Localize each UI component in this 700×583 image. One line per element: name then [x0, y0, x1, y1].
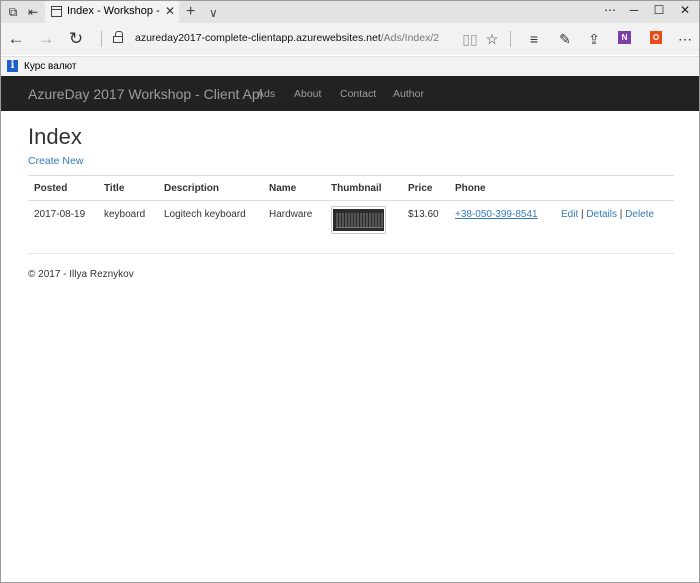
url-path: /Ads/Index/2: [380, 32, 440, 44]
nav-contact[interactable]: Contact: [340, 88, 376, 100]
footer-copyright: © 2017 - Illya Reznykov: [28, 269, 134, 280]
new-tab-button[interactable]: +: [186, 2, 195, 22]
keyboard-thumbnail-image: [331, 206, 386, 234]
site-brand[interactable]: AzureDay 2017 Workshop - Client Api: [28, 86, 263, 102]
col-header-description: Description: [164, 183, 220, 194]
forward-button[interactable]: →: [35, 28, 57, 50]
footer-divider: [28, 253, 674, 254]
onenote-icon[interactable]: N: [618, 31, 631, 44]
favorite-star-icon[interactable]: ☆: [484, 31, 500, 47]
create-new-link[interactable]: Create New: [28, 155, 83, 167]
window-more-icon[interactable]: ⋯: [597, 1, 623, 21]
web-note-icon[interactable]: ✎: [557, 31, 573, 47]
cell-title: keyboard: [104, 209, 146, 220]
table-header-border: [28, 200, 674, 201]
refresh-button[interactable]: ↻: [65, 28, 87, 50]
edit-link[interactable]: Edit: [561, 209, 578, 220]
phone-link[interactable]: +38-050-399-8541: [455, 209, 538, 220]
close-window-button[interactable]: ✕: [672, 1, 698, 21]
maximize-button[interactable]: ☐: [646, 1, 672, 21]
details-link[interactable]: Details: [586, 209, 617, 220]
nav-ads[interactable]: Ads: [257, 88, 275, 100]
col-header-posted: Posted: [34, 183, 68, 194]
col-header-phone: Phone: [455, 183, 486, 194]
tab-strip: ⧉ ⇤ Index - Workshop - Clie ✕ + ∨ ⋯ ─ ☐ …: [1, 1, 699, 23]
col-header-price: Price: [408, 183, 433, 194]
col-header-name: Name: [269, 183, 297, 194]
nav-about[interactable]: About: [294, 88, 321, 100]
cell-name: Hardware: [269, 209, 313, 220]
hub-icon[interactable]: ≡: [526, 31, 542, 47]
page-icon: [51, 6, 62, 17]
set-aside-tabs-icon[interactable]: ⇤: [25, 4, 41, 20]
delete-link[interactable]: Delete: [625, 209, 654, 220]
tab-list-chevron-icon[interactable]: ∨: [209, 3, 218, 23]
col-header-title: Title: [104, 183, 125, 194]
browser-window: ⧉ ⇤ Index - Workshop - Clie ✕ + ∨ ⋯ ─ ☐ …: [0, 0, 700, 583]
office-icon[interactable]: O: [650, 31, 662, 44]
lock-icon[interactable]: [113, 31, 123, 43]
address-toolbar: ← → ↻ azureday2017-complete-clientapp.az…: [1, 23, 699, 55]
favorite-item-kurs-valyut[interactable]: Курс валют: [24, 61, 77, 72]
site-navbar: AzureDay 2017 Workshop - Client Api Ads …: [1, 76, 699, 111]
tab-active[interactable]: Index - Workshop - Clie ✕: [45, 1, 179, 23]
address-bar[interactable]: azureday2017-complete-clientapp.azureweb…: [135, 32, 439, 44]
toolbar-divider: [510, 31, 511, 47]
col-header-thumbnail: Thumbnail: [331, 183, 382, 194]
more-actions-icon[interactable]: ⋯: [677, 31, 693, 47]
tab-close-icon[interactable]: ✕: [165, 4, 175, 18]
favorites-bar: i Курс валют: [1, 56, 699, 77]
url-host: azureday2017-complete-clientapp.azureweb…: [135, 32, 381, 44]
tab-actions-icon[interactable]: ⧉: [5, 4, 21, 20]
info-icon: i: [7, 60, 18, 72]
cell-description: Logitech keyboard: [164, 209, 246, 220]
page-title: Index: [28, 124, 82, 149]
share-icon[interactable]: ⇪: [586, 31, 602, 47]
cell-price: $13.60: [408, 209, 439, 220]
row-actions: Edit | Details | Delete: [561, 209, 654, 220]
action-separator: |: [619, 209, 623, 220]
table-top-border: [28, 175, 674, 176]
back-button[interactable]: ←: [5, 28, 27, 50]
address-divider: [101, 31, 102, 47]
tab-title: Index - Workshop - Clie: [67, 5, 162, 17]
reading-view-icon[interactable]: ▯▯: [462, 31, 478, 47]
minimize-button[interactable]: ─: [621, 1, 647, 21]
action-separator: |: [581, 209, 584, 220]
cell-posted: 2017-08-19: [34, 209, 86, 220]
nav-author[interactable]: Author: [393, 88, 424, 100]
